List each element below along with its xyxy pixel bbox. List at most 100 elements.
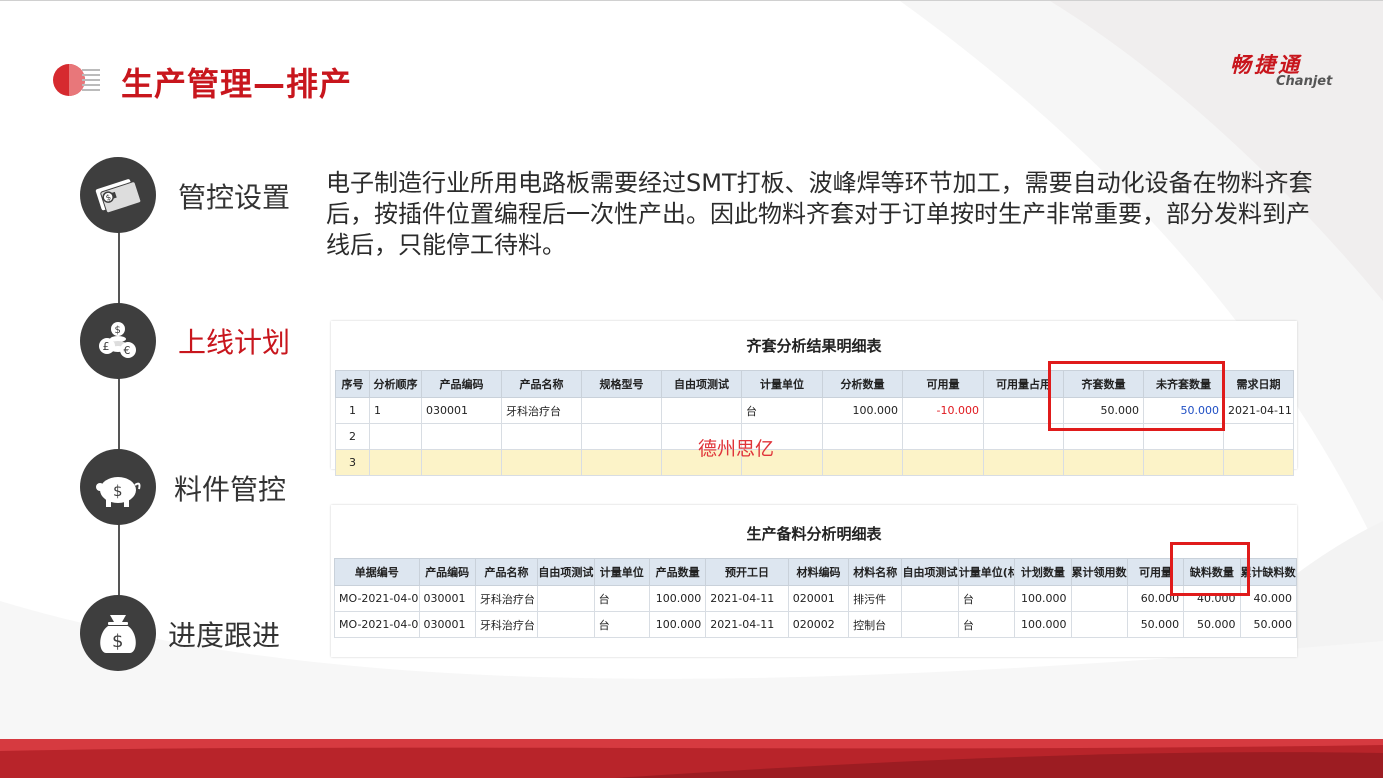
column-header[interactable]: 产品编码 [418, 558, 476, 586]
table-cell [983, 397, 1064, 424]
column-header[interactable]: 材料名称 [848, 558, 903, 586]
column-header[interactable]: 自由项测试 [661, 370, 742, 398]
table-cell: 100.000 [822, 397, 903, 424]
watermark-text: 德州思亿 [698, 438, 775, 460]
table-cell [822, 449, 903, 476]
table-cell: 排污件 [848, 585, 903, 612]
table-row[interactable]: 2 [335, 423, 1294, 450]
column-header[interactable]: 齐套数量 [1063, 370, 1144, 398]
column-header[interactable]: 自由项测试( [901, 558, 959, 586]
svg-text:€: € [124, 344, 131, 357]
table-row[interactable]: 3 [335, 449, 1294, 476]
column-header[interactable]: 可用量 [902, 370, 984, 398]
sidebar-item-parts-control[interactable]: 料件管控 [174, 468, 286, 508]
table-cell [369, 449, 422, 476]
table-cell [501, 423, 582, 450]
column-header[interactable]: 可用量占用 [983, 370, 1064, 398]
table-cell [1223, 449, 1294, 476]
table-cell [581, 423, 662, 450]
column-header[interactable]: 计量单位(材 [957, 558, 1016, 586]
table-cell [983, 423, 1064, 450]
column-header[interactable]: 计划数量 [1014, 558, 1072, 586]
table-cell [902, 449, 984, 476]
table-cell: 50.000 [1063, 397, 1144, 424]
table-cell [537, 585, 595, 612]
footer-band [0, 739, 1383, 778]
svg-text:$: $ [113, 482, 123, 500]
table-cell [1063, 449, 1144, 476]
nav-connector-line [118, 231, 120, 611]
table-cell: 100.000 [1014, 585, 1072, 612]
column-header[interactable]: 计量单位 [593, 558, 650, 586]
table-cell [901, 585, 959, 612]
table-cell [501, 449, 582, 476]
piggy-bank-icon: $ [96, 477, 141, 507]
table-cell: 020001 [787, 585, 850, 612]
column-header[interactable]: 计量单位 [741, 370, 823, 398]
column-header[interactable]: 材料编码 [787, 558, 850, 586]
table-cell: 台 [593, 585, 650, 612]
table-cell: 60.000 [1126, 585, 1185, 612]
table-cell: 牙科治疗台 [474, 611, 539, 638]
table-cell: 3 [335, 449, 370, 476]
table-cell: 030001 [418, 585, 476, 612]
money-bag-icon: $ [100, 615, 136, 653]
sidebar-item-progress-tracking[interactable]: 进度跟进 [168, 614, 280, 654]
column-header[interactable]: 产品名称 [501, 370, 582, 398]
kitting-analysis-panel: 齐套分析结果明细表 序号 分析顺序 产品编码 产品名称 规格型号 自由项测试 计量单位 分析数… [331, 321, 1297, 476]
column-header[interactable]: 分析数量 [822, 370, 903, 398]
table-cell: 50.000 [1143, 397, 1224, 424]
column-header[interactable]: 预开工日 [705, 558, 789, 586]
table-cell: 50.000 [1126, 611, 1185, 638]
sidebar-item-online-plan[interactable]: 上线计划 [178, 321, 290, 361]
table-cell: 100.000 [648, 611, 707, 638]
money-cards-icon: $ [95, 179, 142, 214]
column-header[interactable]: 序号 [335, 370, 370, 398]
column-header[interactable]: 缺料数量 [1183, 558, 1241, 586]
nav-item-icon-container[interactable]: $ [80, 157, 156, 233]
table-cell: 030001 [418, 611, 476, 638]
table-cell: 40.000 [1239, 585, 1298, 612]
nav-item-icon-container[interactable]: $ [80, 595, 156, 671]
table-cell [421, 423, 502, 450]
table-row[interactable]: 1 1 030001 牙科治疗台台 100.000 -10.000 50.000 50.000… [335, 397, 1294, 424]
table-cell: 1 [335, 397, 370, 424]
column-header[interactable]: 累计缺料数量 [1239, 558, 1298, 586]
column-header[interactable]: 累计领用数量 [1070, 558, 1128, 586]
title-logo-icon [53, 64, 100, 96]
material-prep-table: 单据编号 产品编码 产品名称 自由项测试 计量单位 产品数量 预开工日 材料编码 材料名称 自由项… [334, 558, 1298, 638]
column-header[interactable]: 单据编号 [334, 558, 420, 586]
table-cell: 40.000 [1183, 585, 1241, 612]
table-cell: -10.000 [902, 397, 984, 424]
table-cell [1070, 585, 1128, 612]
brand-name-en: Chanjet [1276, 74, 1333, 89]
kitting-analysis-title: 齐套分析结果明细表 [746, 337, 882, 355]
table-cell [581, 449, 662, 476]
table-cell: 2021-04-11 [1223, 397, 1294, 424]
column-header[interactable]: 产品编码 [421, 370, 502, 398]
page-title: 生产管理—排产 [121, 65, 353, 103]
nav-item-icon-container[interactable]: $ £ € [80, 303, 156, 379]
nav-item-icon-container[interactable]: $ [80, 449, 156, 525]
sidebar-item-control-settings[interactable]: 管控设置 [178, 176, 290, 216]
slide: 生产管理—排产 畅捷通 Chanjet $ 管控设置 $ £ € 上线计划 $ … [0, 0, 1383, 778]
table-row[interactable]: MO-2021-04-0...030001牙科治疗台台100.0002021-0… [334, 611, 1298, 638]
table-cell: 2021-04-11 [705, 611, 789, 638]
column-header[interactable]: 未齐套数量 [1143, 370, 1224, 398]
brand-logo: 畅捷通 Chanjet [1230, 49, 1345, 93]
table-cell [581, 397, 662, 424]
table-row[interactable]: MO-2021-04-0...030001牙科治疗台台100.0002021-0… [334, 585, 1298, 612]
column-header[interactable]: 自由项测试 [537, 558, 595, 586]
column-header[interactable]: 产品数量 [648, 558, 707, 586]
column-header[interactable]: 产品名称 [474, 558, 539, 586]
column-header[interactable]: 规格型号 [581, 370, 662, 398]
table-cell [1063, 423, 1144, 450]
table-cell [902, 423, 984, 450]
column-header[interactable]: 需求日期 [1223, 370, 1294, 398]
kitting-analysis-table: 序号 分析顺序 产品编码 产品名称 规格型号 自由项测试 计量单位 分析数量 可用量 可用量占用齐… [335, 370, 1294, 476]
column-header[interactable]: 分析顺序 [369, 370, 422, 398]
table-cell [983, 449, 1064, 476]
column-header[interactable]: 可用量 [1126, 558, 1185, 586]
table-cell: 台 [957, 585, 1016, 612]
table-cell: 100.000 [1014, 611, 1072, 638]
